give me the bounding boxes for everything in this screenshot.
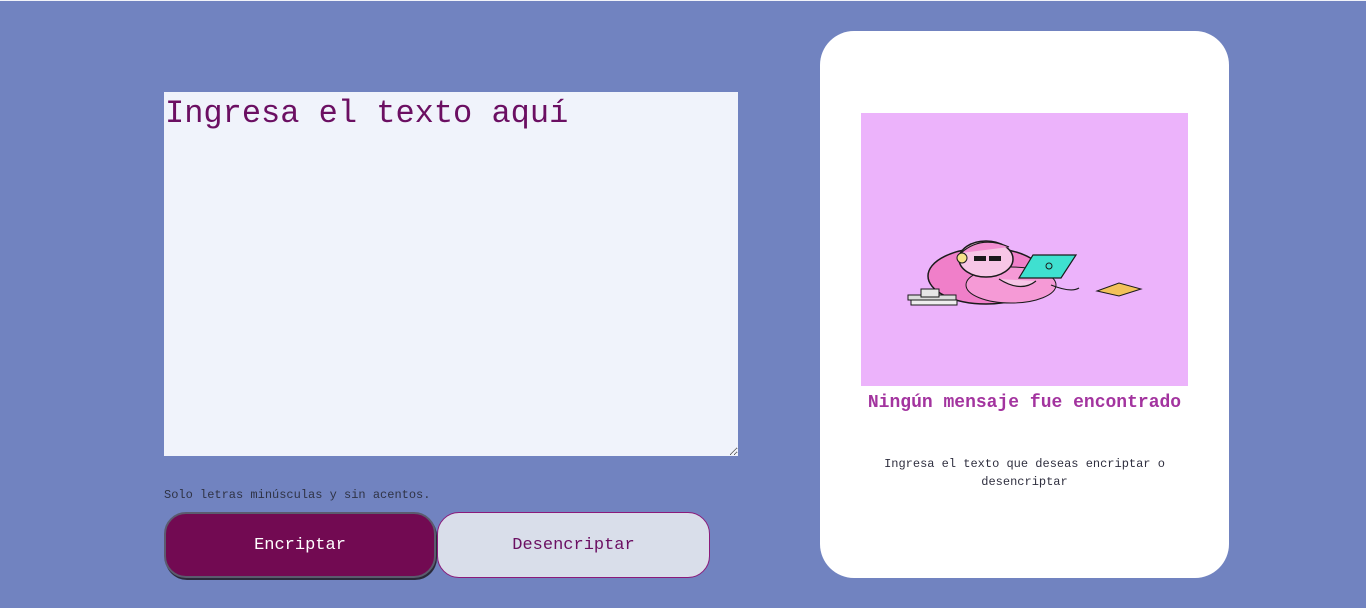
hint: Solo letras minúsculas y sin acentos. xyxy=(164,488,430,502)
decrypt-button[interactable]: Desencriptar xyxy=(437,512,710,578)
top-border xyxy=(0,0,1366,1)
no-message-text: Ingresa el texto que deseas encriptar o … xyxy=(884,457,1165,489)
no-message-title: Ningún mensaje fue encontrado xyxy=(867,393,1182,413)
encrypt-button[interactable]: Encriptar xyxy=(164,512,436,578)
hint-text: Solo letras minúsculas y sin acentos. xyxy=(164,488,431,502)
text-input[interactable] xyxy=(164,92,738,456)
empty-state-illustration xyxy=(861,113,1188,386)
output-card: Ningún mensaje fue encontrado Ingresa el… xyxy=(820,31,1229,578)
person-laptop-icon xyxy=(907,240,1143,306)
